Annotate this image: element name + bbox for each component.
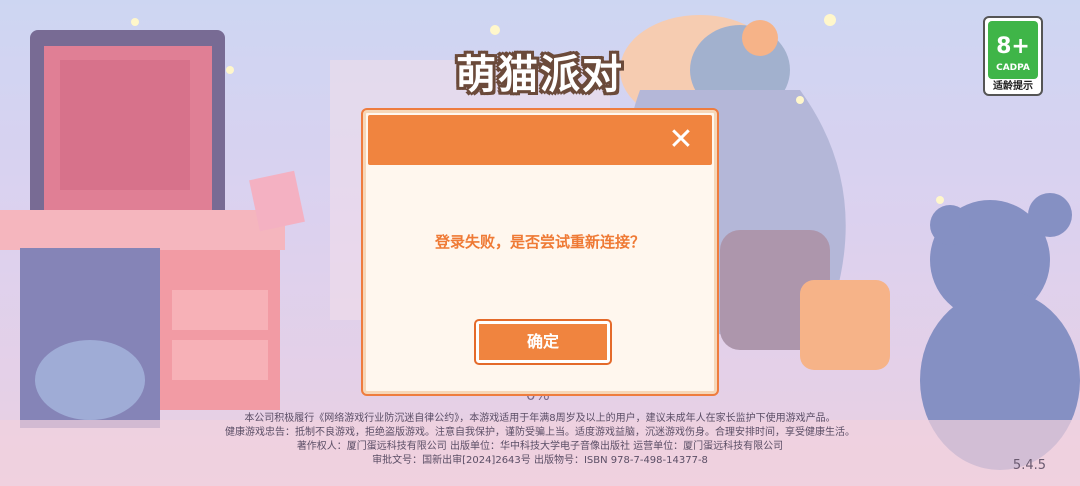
login-failed-dialog: ✕ 登录失败，是否尝试重新连接？ 确定 xyxy=(363,110,717,394)
version-label: 5.4.5 xyxy=(1012,458,1046,473)
close-icon[interactable]: ✕ xyxy=(664,123,698,157)
confirm-button[interactable]: 确定 xyxy=(476,321,610,363)
footer-line: 本公司积极履行《网络游戏行业防沉迷自律公约》，本游戏适用于年满8周岁及以上的用户… xyxy=(244,413,836,424)
age-rating-badge[interactable]: 8+ CADPA 适龄提示 xyxy=(983,16,1043,96)
legal-footer: 本公司积极履行《网络游戏行业防沉迷自律公约》，本游戏适用于年满8周岁及以上的用户… xyxy=(150,412,930,468)
footer-line: 审批文号：国新出审[2024]2643号 出版物号：ISBN 978-7-498… xyxy=(372,455,708,466)
age-rating-top: 8+ CADPA xyxy=(988,21,1038,79)
footer-line: 健康游戏忠告：抵制不良游戏，拒绝盗版游戏。注意自我保护，谨防受骗上当。适度游戏益… xyxy=(225,427,855,438)
footer-line: 著作权人：厦门蛋远科技有限公司 出版单位：华中科技大学电子音像出版社 运营单位：… xyxy=(296,441,784,452)
dialog-message: 登录失败，是否尝试重新连接？ xyxy=(434,233,645,251)
game-logo-title: 萌猫派对 xyxy=(456,52,624,98)
age-rating-hint: 适龄提示 xyxy=(993,81,1033,92)
age-rating-number: 8+ xyxy=(996,34,1030,59)
dialog-header: ✕ xyxy=(368,115,712,165)
age-rating-org: CADPA xyxy=(996,63,1030,73)
